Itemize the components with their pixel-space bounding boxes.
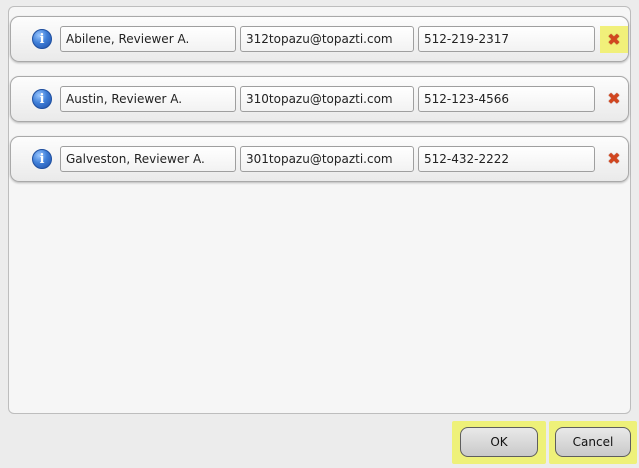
cancel-button-highlight: Cancel <box>549 421 637 464</box>
list-item: i Abilene, Reviewer A. 312topazu@topazti… <box>10 16 629 62</box>
email-field[interactable]: 312topazu@topazti.com <box>240 26 414 52</box>
remove-button[interactable]: ✖ <box>603 148 625 170</box>
name-field[interactable]: Austin, Reviewer A. <box>60 86 236 112</box>
info-icon[interactable]: i <box>32 89 52 109</box>
ok-button[interactable]: OK <box>460 427 538 457</box>
remove-x-icon[interactable]: ✖ <box>607 31 620 48</box>
info-icon[interactable]: i <box>32 149 52 169</box>
remove-button[interactable]: ✖ <box>600 26 628 53</box>
remove-button[interactable]: ✖ <box>603 88 625 110</box>
email-field[interactable]: 301topazu@topazti.com <box>240 146 414 172</box>
remove-x-icon[interactable]: ✖ <box>607 91 620 107</box>
list-item: i Galveston, Reviewer A. 301topazu@topaz… <box>10 136 629 182</box>
email-field[interactable]: 310topazu@topazti.com <box>240 86 414 112</box>
remove-x-icon[interactable]: ✖ <box>607 151 620 167</box>
reviewer-list <box>8 6 631 414</box>
phone-field[interactable]: 512-219-2317 <box>418 26 595 52</box>
reviewer-dialog: i Abilene, Reviewer A. 312topazu@topazti… <box>0 0 639 468</box>
info-icon[interactable]: i <box>32 29 52 49</box>
ok-button-highlight: OK <box>452 421 546 464</box>
phone-field[interactable]: 512-432-2222 <box>418 146 595 172</box>
cancel-button[interactable]: Cancel <box>555 427 631 457</box>
list-item: i Austin, Reviewer A. 310topazu@topazti.… <box>10 76 629 122</box>
name-field[interactable]: Abilene, Reviewer A. <box>60 26 236 52</box>
name-field[interactable]: Galveston, Reviewer A. <box>60 146 236 172</box>
phone-field[interactable]: 512-123-4566 <box>418 86 595 112</box>
